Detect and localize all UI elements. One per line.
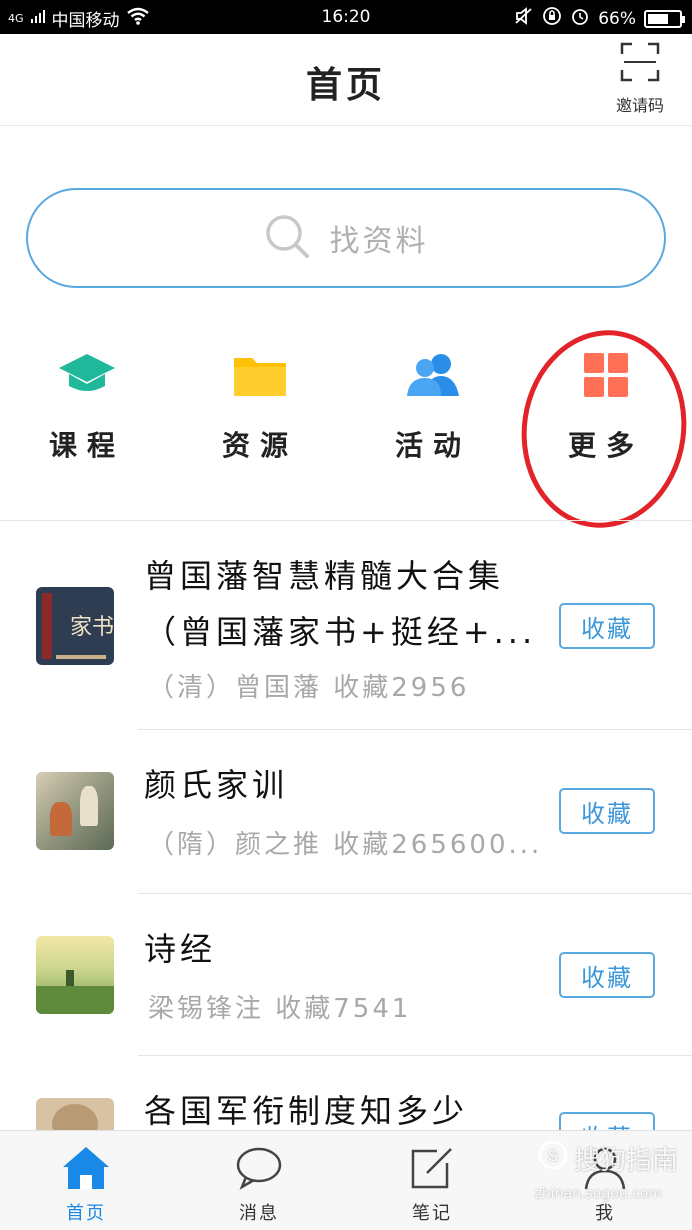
tab-messages-label: 消息: [239, 1203, 279, 1224]
tab-home[interactable]: 首页: [46, 1145, 126, 1225]
page-title: 首页: [305, 65, 386, 106]
folder-icon: [232, 358, 288, 404]
tab-messages[interactable]: 消息: [219, 1145, 299, 1225]
tab-home-label: 首页: [66, 1203, 106, 1224]
book-cover: 家书: [36, 587, 114, 665]
battery-percent: 66%: [598, 8, 636, 29]
category-activity[interactable]: 活动: [363, 350, 503, 464]
book-cover: [36, 1098, 114, 1130]
book-meta: （隋）颜之推 收藏265600...: [148, 830, 543, 860]
book-cover-text: 家书: [70, 615, 114, 640]
mute-icon: [514, 7, 534, 30]
search-placeholder: 找资料: [329, 224, 429, 259]
book-title: 诗经: [144, 930, 217, 968]
category-course[interactable]: 课程: [17, 350, 157, 464]
invite-code-button[interactable]: 邀请码: [606, 42, 674, 116]
edit-note-icon: [407, 1148, 457, 1195]
people-icon: [405, 354, 461, 404]
list-item[interactable]: 各国军衔制度知多少 收藏: [0, 1056, 692, 1130]
status-bar: 4G 中国移动 16:20 66%: [0, 0, 692, 34]
book-title-line2: （曾国藩家书+挺经+...: [144, 613, 537, 651]
alarm-icon: [570, 6, 590, 31]
watermark-url: zhinan.sogou.com: [534, 1186, 662, 1202]
book-title: 曾国藩智慧精髓大合集: [144, 557, 505, 595]
lock-rotation-icon: [542, 6, 562, 31]
list-item[interactable]: 家书 曾国藩智慧精髓大合集 （曾国藩家书+挺经+... （清）曾国藩 收藏295…: [0, 521, 692, 730]
tab-me-label: 我: [595, 1203, 615, 1224]
list-item[interactable]: 颜氏家训 （隋）颜之推 收藏265600... 收藏: [0, 730, 692, 894]
tab-notes[interactable]: 笔记: [392, 1145, 472, 1225]
book-title: 颜氏家训: [144, 766, 289, 804]
watermark-text: 搜狗指南: [573, 1146, 678, 1176]
sogou-logo-icon: S: [538, 1140, 568, 1177]
book-cover: [36, 936, 114, 1014]
book-title: 各国军衔制度知多少: [144, 1092, 469, 1130]
invite-code-label: 邀请码: [615, 96, 664, 115]
battery-icon: [644, 9, 685, 28]
favorite-button[interactable]: 收藏: [559, 603, 655, 649]
app-header: 首页 邀请码: [0, 34, 692, 126]
category-activity-label: 活动: [394, 429, 471, 462]
graduation-cap-icon: [57, 354, 117, 404]
search-icon: [264, 213, 310, 263]
book-meta: 梁锡锋注 收藏7541: [148, 994, 412, 1024]
book-cover: [36, 772, 114, 850]
search-bar[interactable]: 找资料: [26, 188, 666, 288]
category-resource-label: 资源: [221, 429, 298, 462]
favorite-button[interactable]: 收藏: [559, 952, 655, 998]
category-course-label: 课程: [48, 429, 125, 462]
category-resource[interactable]: 资源: [190, 350, 330, 464]
svg-text:S: S: [548, 1148, 559, 1165]
chat-bubble-icon: [234, 1147, 284, 1195]
home-icon: [61, 1147, 111, 1195]
scan-icon: [620, 42, 660, 86]
favorite-button[interactable]: 收藏: [559, 1112, 655, 1130]
book-meta: （清）曾国藩 收藏2956: [148, 673, 470, 703]
tab-notes-label: 笔记: [412, 1203, 452, 1224]
watermark: S 搜狗指南: [538, 1140, 678, 1177]
favorite-button[interactable]: 收藏: [559, 788, 655, 834]
list-item[interactable]: 诗经 梁锡锋注 收藏7541 收藏: [0, 894, 692, 1056]
